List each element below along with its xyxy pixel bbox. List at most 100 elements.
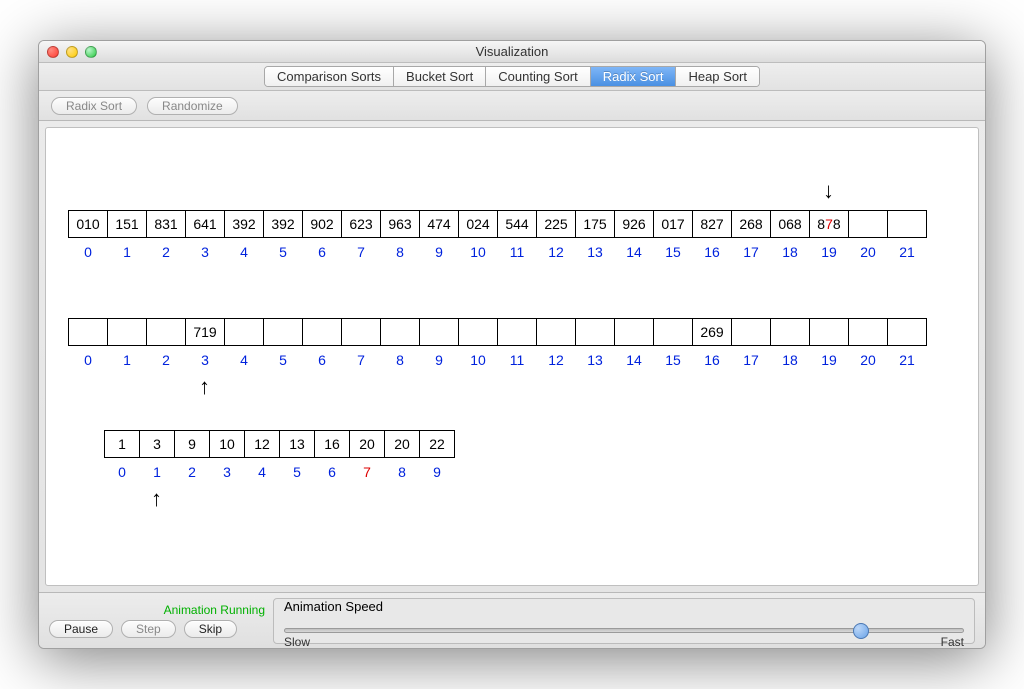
- app-window: Visualization Comparison SortsBucket Sor…: [38, 40, 986, 649]
- array-cell: 392: [224, 210, 264, 238]
- tab-bar: Comparison SortsBucket SortCounting Sort…: [39, 63, 985, 91]
- array-cell: 017: [653, 210, 693, 238]
- array-cell: [848, 318, 888, 346]
- array-cell: 623: [341, 210, 381, 238]
- array-index: 9: [419, 244, 459, 260]
- randomize-button[interactable]: Randomize: [147, 97, 238, 115]
- array-cell: [536, 318, 576, 346]
- array-index: 6: [302, 352, 342, 368]
- pointer-arrow-down: ↓: [823, 180, 834, 202]
- array-cell: [341, 318, 381, 346]
- array-cell: 269: [692, 318, 732, 346]
- array-cell: 175: [575, 210, 615, 238]
- array-index: 0: [68, 244, 108, 260]
- array-index: 1: [107, 244, 147, 260]
- tab-radix-sort[interactable]: Radix Sort: [591, 67, 677, 86]
- array-cell: 1: [104, 430, 140, 458]
- array-cell: [731, 318, 771, 346]
- array-index: 16: [692, 244, 732, 260]
- array-index: 7: [341, 352, 381, 368]
- array-index: 3: [209, 464, 245, 480]
- array-index: 12: [536, 244, 576, 260]
- array-cell: 20: [384, 430, 420, 458]
- array-index: 14: [614, 352, 654, 368]
- speed-slider[interactable]: [284, 628, 964, 633]
- array-index: 10: [458, 244, 498, 260]
- titlebar: Visualization: [39, 41, 985, 63]
- array-cell: 268: [731, 210, 771, 238]
- array-cell: [458, 318, 498, 346]
- array-index: 0: [104, 464, 140, 480]
- array-index: 13: [575, 352, 615, 368]
- array-cell: 20: [349, 430, 385, 458]
- pointer-arrow-up-aux: ↑: [199, 376, 210, 398]
- tab-comparison-sorts[interactable]: Comparison Sorts: [265, 67, 394, 86]
- slider-thumb[interactable]: [853, 623, 869, 639]
- array-cell: 12: [244, 430, 280, 458]
- array-index: 2: [146, 244, 186, 260]
- array-index: 5: [279, 464, 315, 480]
- array-index: 14: [614, 244, 654, 260]
- array-cell: 392: [263, 210, 303, 238]
- array-index: 11: [497, 352, 537, 368]
- array-cell: [224, 318, 264, 346]
- speed-fast-label: Fast: [941, 635, 964, 649]
- array-index: 7: [349, 464, 385, 480]
- step-button[interactable]: Step: [121, 620, 176, 638]
- array-cell: 13: [279, 430, 315, 458]
- array-index: 20: [848, 352, 888, 368]
- array-cell: 151: [107, 210, 147, 238]
- array-cell: [419, 318, 459, 346]
- array-cell: 10: [209, 430, 245, 458]
- array-index: 21: [887, 244, 927, 260]
- array-index: 2: [174, 464, 210, 480]
- array-cell: 024: [458, 210, 498, 238]
- array-cell: [68, 318, 108, 346]
- pause-button[interactable]: Pause: [49, 620, 113, 638]
- tab-heap-sort[interactable]: Heap Sort: [676, 67, 759, 86]
- array-index: 15: [653, 352, 693, 368]
- array-index: 0: [68, 352, 108, 368]
- window-title: Visualization: [39, 44, 985, 59]
- array-index: 6: [314, 464, 350, 480]
- array-cell: [887, 318, 927, 346]
- array-index: 18: [770, 244, 810, 260]
- radix-sort-button[interactable]: Radix Sort: [51, 97, 137, 115]
- array-cell: 068: [770, 210, 810, 238]
- array-cell: 719: [185, 318, 225, 346]
- tab-counting-sort[interactable]: Counting Sort: [486, 67, 591, 86]
- array-index: 5: [263, 244, 303, 260]
- array-index: 4: [224, 244, 264, 260]
- array-cell: [848, 210, 888, 238]
- array-index: 7: [341, 244, 381, 260]
- animation-status: Animation Running: [49, 603, 269, 617]
- array-index: 8: [380, 352, 420, 368]
- array-cell: [809, 318, 849, 346]
- skip-button[interactable]: Skip: [184, 620, 237, 638]
- aux-array: 719269 012345678910111213141516171819202…: [68, 318, 927, 368]
- array-index: 3: [185, 244, 225, 260]
- array-index: 9: [419, 464, 455, 480]
- array-index: 6: [302, 244, 342, 260]
- array-cell: 831: [146, 210, 186, 238]
- array-cell: 902: [302, 210, 342, 238]
- array-index: 19: [809, 244, 849, 260]
- animation-speed-group: Animation Speed Slow Fast: [273, 598, 975, 644]
- array-cell: 963: [380, 210, 420, 238]
- array-cell: 641: [185, 210, 225, 238]
- array-index: 10: [458, 352, 498, 368]
- bottom-bar: Animation Running Pause Step Skip Animat…: [39, 592, 985, 648]
- array-cell: [575, 318, 615, 346]
- array-cell: [770, 318, 810, 346]
- array-cell: 544: [497, 210, 537, 238]
- array-cell: [146, 318, 186, 346]
- array-index: 21: [887, 352, 927, 368]
- array-index: 4: [224, 352, 264, 368]
- array-index: 19: [809, 352, 849, 368]
- array-index: 1: [139, 464, 175, 480]
- tab-bucket-sort[interactable]: Bucket Sort: [394, 67, 486, 86]
- pointer-arrow-up-count: ↑: [151, 488, 162, 510]
- array-cell: 010: [68, 210, 108, 238]
- array-cell: [653, 318, 693, 346]
- array-cell: 9: [174, 430, 210, 458]
